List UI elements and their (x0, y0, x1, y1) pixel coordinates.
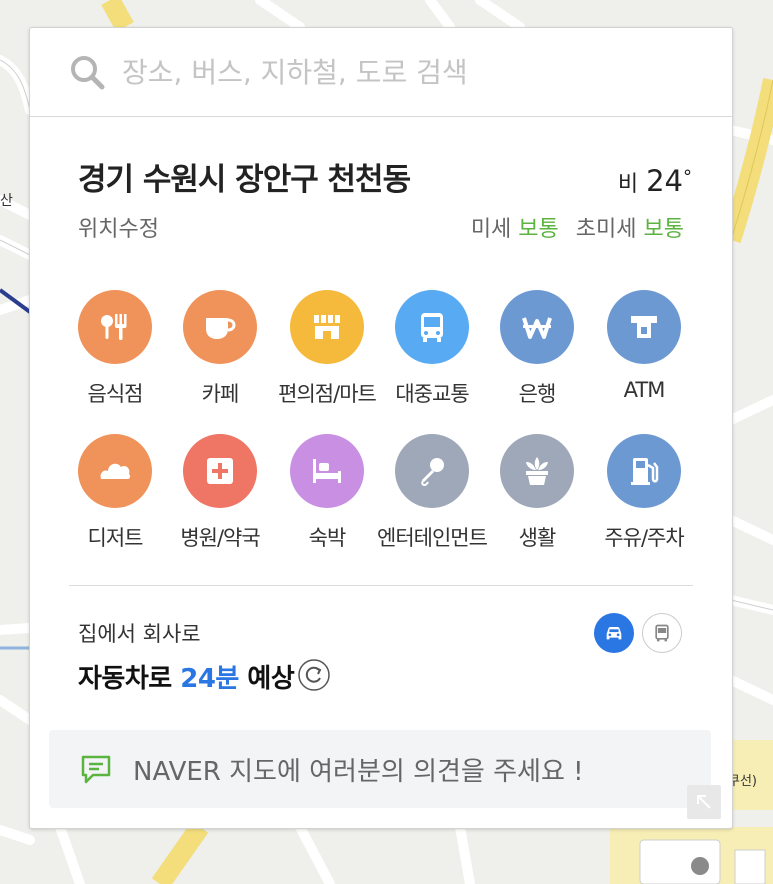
refresh-icon[interactable] (298, 659, 330, 691)
search-panel: 경기 수원시 장안구 천천동 위치수정 비 24° 미세 보통 초미세 보통 음식… (29, 27, 733, 829)
category-circle (290, 434, 364, 508)
arrow-up-left-icon (697, 795, 711, 809)
atm-icon (631, 316, 657, 338)
category-label: 병원/약국 (180, 526, 260, 550)
collapse-button[interactable] (687, 785, 721, 819)
category-gas-parking[interactable]: 주유/주차 (589, 434, 699, 552)
category-circle (395, 290, 469, 364)
speech-bubble-icon (81, 755, 111, 784)
map-label: 산 (0, 193, 13, 209)
restaurant-icon (101, 314, 127, 340)
category-circle (183, 434, 257, 508)
feedback-banner[interactable]: NAVER 지도에 여러분의 의견을 주세요 ! (49, 730, 711, 808)
search-input[interactable] (122, 50, 702, 94)
category-label: 숙박 (308, 526, 347, 550)
commute-title: 집에서 회사로 (78, 622, 201, 646)
category-label: 주유/주차 (604, 526, 684, 550)
feedback-text: NAVER 지도에 여러분의 의견을 주세요 ! (133, 757, 584, 787)
fine-dust-value: 보통 (518, 217, 559, 242)
car-mode-button[interactable] (594, 613, 634, 653)
air-quality: 미세 보통 초미세 보통 (471, 211, 684, 243)
hospital-icon (207, 458, 233, 484)
category-dessert[interactable]: 디저트 (60, 434, 170, 552)
category-convenience-store[interactable]: 편의점/마트 (272, 290, 382, 408)
category-label: 대중교통 (395, 382, 469, 406)
category-circle (78, 434, 152, 508)
commute-suffix: 예상 (247, 664, 295, 694)
dessert-icon (100, 463, 131, 479)
bus-icon (421, 313, 443, 342)
category-circle (500, 434, 574, 508)
commute-duration: 24분 (180, 664, 239, 694)
category-cafe[interactable]: 카페 (165, 290, 275, 408)
search-icon[interactable] (68, 53, 108, 93)
ultrafine-dust-label: 초미세 (575, 217, 637, 242)
category-lodging[interactable]: 숙박 (272, 434, 382, 552)
bus-icon (655, 624, 669, 642)
won-icon (522, 317, 552, 339)
category-entertainment[interactable]: 엔터테인먼트 (377, 434, 488, 552)
ultrafine-dust-value: 보통 (643, 217, 684, 242)
category-circle (290, 290, 364, 364)
category-living[interactable]: 생활 (482, 434, 592, 552)
weather-info: 비 24° (618, 164, 692, 198)
category-restaurant[interactable]: 음식점 (60, 290, 170, 408)
category-label: ATM (623, 378, 666, 402)
category-label: 엔터테인먼트 (377, 526, 488, 550)
weather-temperature: 24 (646, 164, 683, 198)
category-label: 디저트 (87, 526, 144, 550)
microphone-icon (421, 458, 444, 486)
plant-icon (526, 457, 548, 485)
category-public-transit[interactable]: 대중교통 (377, 290, 487, 408)
category-label: 은행 (518, 382, 557, 406)
transit-mode-button[interactable] (642, 613, 682, 653)
category-circle (78, 290, 152, 364)
category-circle (500, 290, 574, 364)
degree-symbol: ° (683, 166, 692, 188)
category-label: 편의점/마트 (278, 382, 377, 406)
category-label: 음식점 (87, 382, 144, 406)
store-icon (314, 315, 340, 339)
divider (69, 585, 693, 586)
cafe-icon (206, 318, 236, 339)
category-circle (395, 434, 469, 508)
location-edit-link[interactable]: 위치수정 (78, 211, 159, 243)
commute-mode-label: 자동차로 (78, 664, 172, 694)
category-circle (183, 290, 257, 364)
car-icon (606, 627, 622, 640)
commute-estimate: 자동차로 24분 예상 (78, 658, 295, 695)
category-hospital[interactable]: 병원/약국 (165, 434, 275, 552)
category-label: 생활 (518, 526, 557, 550)
category-bank[interactable]: 은행 (482, 290, 592, 408)
search-bar (30, 28, 732, 117)
weather-condition: 비 (617, 172, 639, 197)
bed-icon (313, 459, 341, 483)
category-circle (607, 434, 681, 508)
category-label: 카페 (201, 382, 240, 406)
category-circle (607, 290, 681, 364)
category-atm[interactable]: ATM (589, 290, 699, 402)
gas-station-icon (631, 458, 659, 485)
fine-dust-label: 미세 (470, 217, 512, 242)
location-title: 경기 수원시 장안구 천천동 (78, 162, 411, 198)
